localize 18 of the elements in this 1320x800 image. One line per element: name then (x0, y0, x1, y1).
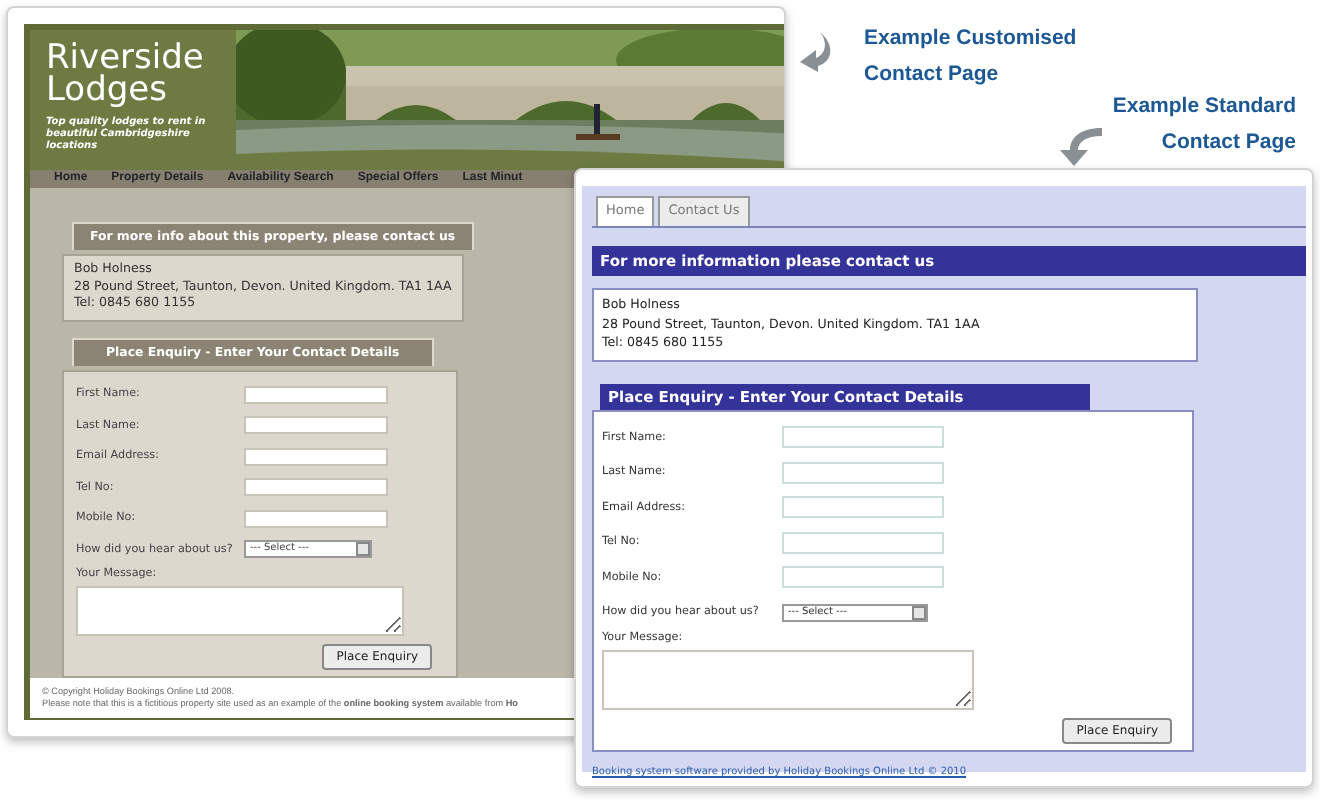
message-field[interactable] (76, 585, 404, 636)
input-field[interactable] (244, 447, 388, 466)
input-field[interactable] (782, 461, 944, 484)
input-field[interactable] (782, 531, 944, 554)
callout-text: Example Customised (864, 24, 1077, 54)
message-field[interactable] (602, 650, 974, 711)
input-field[interactable] (244, 385, 388, 404)
input-field[interactable] (782, 566, 944, 589)
input-field[interactable] (244, 478, 388, 497)
input-field[interactable] (782, 496, 944, 519)
curved-arrow-icon (1056, 124, 1104, 168)
input-field[interactable] (782, 426, 944, 449)
input-field[interactable] (244, 416, 388, 435)
site-title: Riverside Lodges (46, 42, 206, 106)
callout-text: Contact Page (864, 60, 1001, 90)
input-field[interactable] (244, 509, 388, 528)
callout-text: Contact Page (1159, 128, 1296, 158)
callout-text: Example Standard (1112, 92, 1296, 122)
